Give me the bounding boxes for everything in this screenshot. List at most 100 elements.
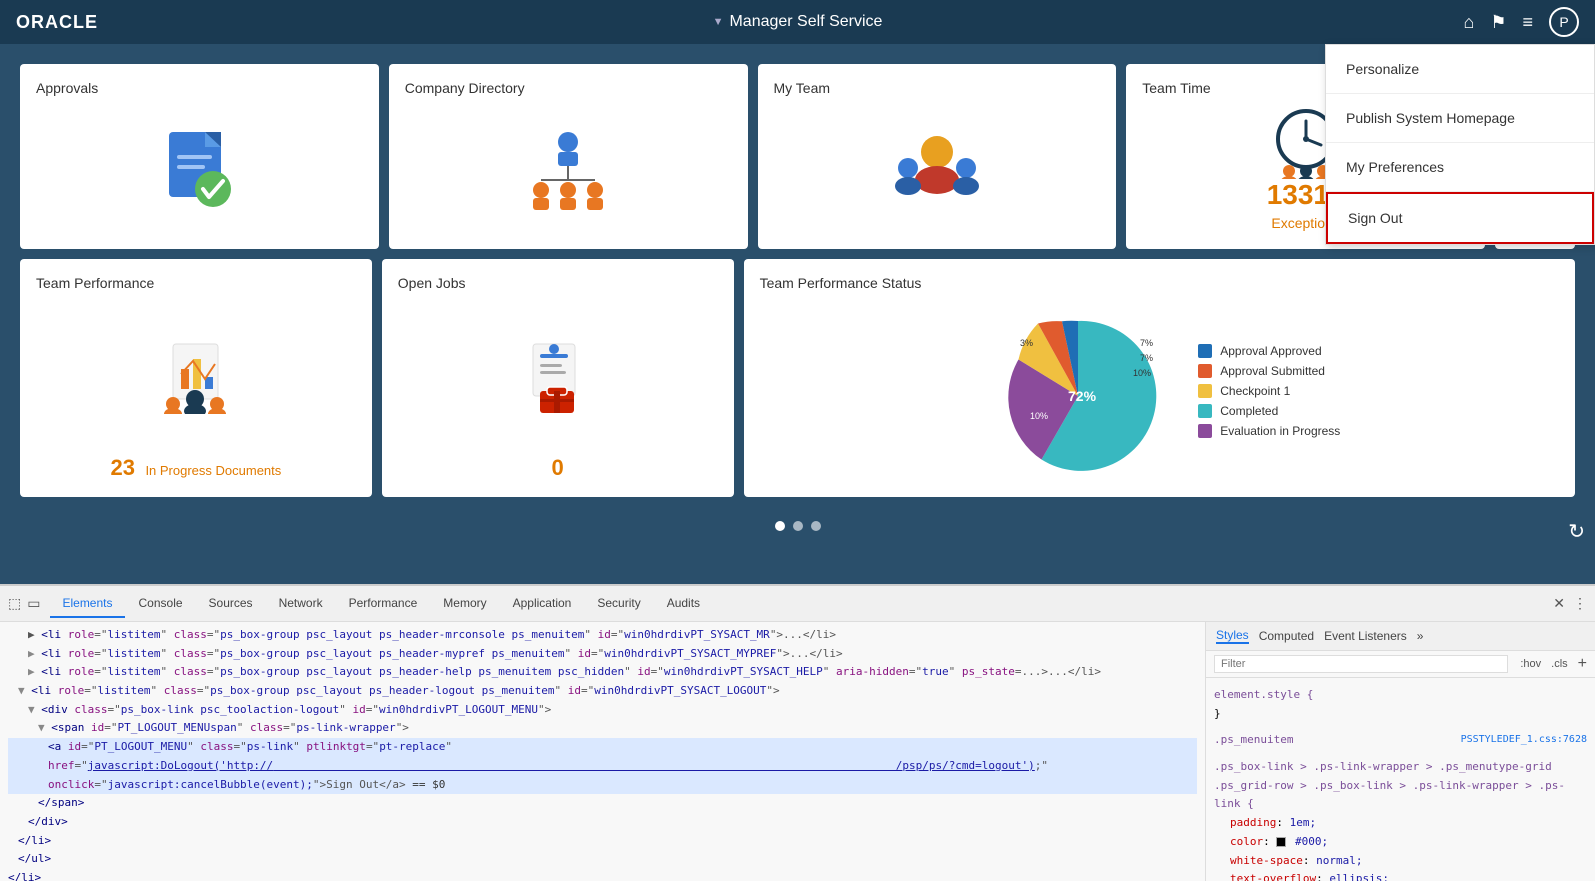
code-line-8: </li> <box>8 832 1197 851</box>
devtools-tab-audits[interactable]: Audits <box>655 590 712 618</box>
devtools-tab-performance[interactable]: Performance <box>337 590 430 618</box>
devtools-tab-application[interactable]: Application <box>501 590 584 618</box>
tile-company-directory[interactable]: Company Directory <box>389 64 748 249</box>
css-prop-color: color: #000; <box>1230 833 1587 852</box>
event-listeners-tab[interactable]: Event Listeners <box>1324 629 1407 643</box>
header-title-container[interactable]: ▼ Manager Self Service <box>713 13 883 31</box>
element-style-selector: element.style { <box>1214 688 1313 701</box>
element-style-close: } <box>1214 707 1221 720</box>
svg-text:7%: 7% <box>1140 353 1153 363</box>
oracle-logo: ORACLE <box>16 12 98 33</box>
css-selector-0: .ps_menuitem <box>1214 733 1293 746</box>
css-block-0: .ps_menuitem PSSTYLEDEF_1.css:7628 <box>1214 731 1587 750</box>
page-title: Manager Self Service <box>729 13 882 31</box>
tiles-row-2: Team Performance <box>20 259 1575 497</box>
menu-item-personalize[interactable]: Personalize <box>1326 45 1594 94</box>
css-selector-1: .ps_box-link > .ps-link-wrapper > .ps_me… <box>1214 758 1587 814</box>
menu-item-publish[interactable]: Publish System Homepage <box>1326 94 1594 143</box>
devtools-toolbar-icons: ✕ ⋮ <box>1553 595 1587 612</box>
flag-icon[interactable]: ⚑ <box>1490 12 1506 33</box>
svg-text:10%: 10% <box>1030 411 1048 421</box>
menu-item-signout[interactable]: Sign Out <box>1326 192 1594 244</box>
code-line-3: ▼ <li role="listitem" class="ps_box-grou… <box>8 682 1197 701</box>
tile-my-team-title: My Team <box>774 80 1101 96</box>
tile-approvals-body <box>36 106 363 233</box>
devtools-panel: ⬚ ▭ Elements Console Sources Network Per… <box>0 584 1595 881</box>
devtools-styles-panel: Styles Computed Event Listeners » :hov .… <box>1205 622 1595 881</box>
legend-item-3: Completed <box>1198 404 1340 418</box>
tile-team-performance-body <box>36 301 356 451</box>
legend-label-0: Approval Approved <box>1220 344 1321 358</box>
svg-text:72%: 72% <box>1068 388 1097 404</box>
dot-3[interactable] <box>811 521 821 531</box>
devtools-tab-security[interactable]: Security <box>585 590 652 618</box>
tile-team-performance-title: Team Performance <box>36 275 356 291</box>
home-icon[interactable]: ⌂ <box>1463 12 1474 33</box>
css-source-0[interactable]: PSSTYLEDEF_1.css:7628 <box>1461 731 1587 748</box>
legend-dot-2 <box>1198 384 1212 398</box>
tile-team-performance-status[interactable]: Team Performance Status <box>744 259 1575 497</box>
tile-company-directory-title: Company Directory <box>405 80 732 96</box>
performance-status-chart: 72% 10% 3% 7% 7% 10% <box>978 301 1178 481</box>
devtools-close-icon[interactable]: ✕ <box>1553 595 1565 612</box>
devtools-inspector-icon[interactable]: ⬚ <box>8 595 21 612</box>
tile-perf-status-body: 72% 10% 3% 7% 7% 10% Approval Approved <box>760 301 1559 481</box>
code-line-6: </span> <box>8 794 1197 813</box>
code-line-7: </div> <box>8 813 1197 832</box>
tile-my-team[interactable]: My Team <box>758 64 1117 249</box>
legend-dot-0 <box>1198 344 1212 358</box>
tile-open-jobs[interactable]: Open Jobs 0 <box>382 259 734 497</box>
devtools-body: ▶ <li role="listitem" class="ps_box-grou… <box>0 622 1595 881</box>
devtools-code-panel: ▶ <li role="listitem" class="ps_box-grou… <box>0 622 1205 881</box>
style-filter-bar: :hov .cls + <box>1206 651 1595 678</box>
tile-open-jobs-body <box>398 301 718 451</box>
code-line-5: ▼ <span id="PT_LOGOUT_MENUspan" class="p… <box>8 719 1197 738</box>
open-jobs-count: 0 <box>552 455 564 480</box>
devtools-tab-network[interactable]: Network <box>267 590 335 618</box>
refresh-button[interactable]: ↻ <box>1568 519 1585 544</box>
css-prop-padding: padding: 1em; <box>1230 814 1587 833</box>
devtools-device-icon[interactable]: ▭ <box>27 595 40 612</box>
company-directory-icon <box>523 130 613 210</box>
legend-label-4: Evaluation in Progress <box>1220 424 1340 438</box>
code-line-highlight[interactable]: <a id="PT_LOGOUT_MENU" class="ps-link" p… <box>8 738 1197 794</box>
devtools-tab-sources[interactable]: Sources <box>197 590 265 618</box>
legend-label-1: Approval Submitted <box>1220 364 1325 378</box>
devtools-tab-memory[interactable]: Memory <box>431 590 498 618</box>
devtools-tabs-bar: ⬚ ▭ Elements Console Sources Network Per… <box>0 586 1595 622</box>
user-avatar[interactable]: P <box>1549 7 1579 37</box>
open-jobs-icon <box>518 339 598 414</box>
svg-text:10%: 10% <box>1133 368 1151 378</box>
devtools-tab-elements[interactable]: Elements <box>50 590 124 618</box>
css-block-1: .ps_box-link > .ps-link-wrapper > .ps_me… <box>1214 758 1587 881</box>
expand-arrow-0[interactable]: ▶ <box>8 628 35 641</box>
tile-open-jobs-title: Open Jobs <box>398 275 718 291</box>
approvals-icon <box>157 127 242 212</box>
tile-team-performance[interactable]: Team Performance <box>20 259 372 497</box>
computed-tab[interactable]: Computed <box>1259 629 1314 643</box>
menu-icon[interactable]: ≡ <box>1522 12 1533 33</box>
my-team-icon <box>892 130 982 210</box>
devtools-tab-console[interactable]: Console <box>127 590 195 618</box>
team-performance-count: 23 <box>111 455 135 480</box>
more-tabs[interactable]: » <box>1417 629 1424 643</box>
legend-label-3: Completed <box>1220 404 1278 418</box>
devtools-right-tabs: Styles Computed Event Listeners » <box>1206 622 1595 651</box>
add-style-button[interactable]: + <box>1578 655 1587 673</box>
style-filter-input[interactable] <box>1214 655 1508 673</box>
dot-1[interactable] <box>775 521 785 531</box>
pagination-dots <box>20 507 1575 545</box>
hov-toggle[interactable]: :hov <box>1520 658 1541 670</box>
code-line-4: ▼ <div class="ps_box-link psc_toolaction… <box>8 701 1197 720</box>
code-line-10: </li> <box>8 869 1197 881</box>
devtools-more-icon[interactable]: ⋮ <box>1573 595 1587 612</box>
legend-dot-3 <box>1198 404 1212 418</box>
legend-label-2: Checkpoint 1 <box>1220 384 1290 398</box>
dot-2[interactable] <box>793 521 803 531</box>
menu-item-preferences[interactable]: My Preferences <box>1326 143 1594 192</box>
tile-approvals[interactable]: Approvals <box>20 64 379 249</box>
cls-toggle[interactable]: .cls <box>1551 658 1568 670</box>
code-line-2: ▶ <li role="listitem" class="ps_box-grou… <box>8 663 1197 682</box>
dropdown-arrow-icon: ▼ <box>713 16 724 28</box>
styles-tab[interactable]: Styles <box>1216 628 1249 644</box>
